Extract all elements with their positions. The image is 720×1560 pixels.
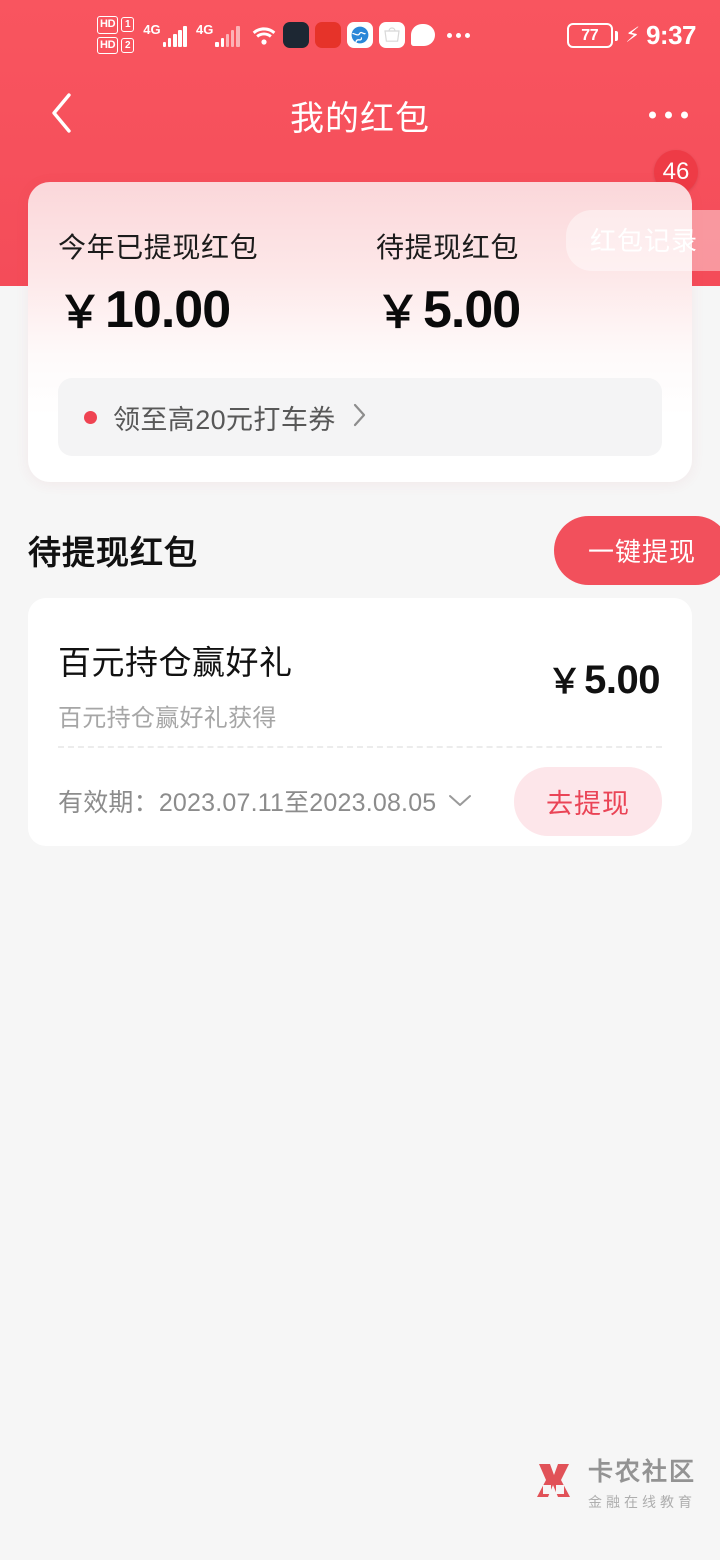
currency-symbol: ￥ [547, 663, 582, 701]
promo-banner[interactable]: 领至高20元打车券 [58, 378, 662, 456]
stat-pending-withdrawal: 待提现红包 ￥5.00 [376, 226, 521, 339]
summary-stats: 今年已提现红包 ￥10.00 待提现红包 ￥5.00 [58, 226, 521, 339]
red-dot-icon [84, 410, 97, 424]
status-bar-clock: 9:37 [645, 20, 697, 50]
amount: 5.00 [584, 658, 660, 702]
chat-bubble-icon [410, 24, 435, 46]
coupon-footer: 有效期： 2023.07.11至2023.08.05 去提现 [28, 756, 692, 846]
signal-group-sim1: 4G [143, 23, 187, 47]
validity-toggle[interactable]: 有效期： 2023.07.11至2023.08.05 [58, 783, 472, 819]
app-screen: HD 1 HD 2 4G 4G 77 ⚡ 9:37 我的红包 46 红包记录 今… [0, 0, 720, 1560]
promo-text: 领至高20元打车券 [113, 404, 336, 435]
amount: 10.00 [105, 281, 231, 339]
stat-value: ￥10.00 [58, 284, 376, 336]
battery-cap [614, 30, 619, 41]
hd-label-sim1: HD [97, 16, 119, 34]
chevron-down-icon [448, 794, 472, 808]
watermark-title: 卡农社区 [587, 1458, 696, 1486]
coupon-card[interactable]: 百元持仓赢好礼 百元持仓赢好礼获得 ￥5.00 有效期： 2023.07.11至… [28, 598, 692, 846]
more-dot [665, 111, 672, 119]
status-bar-right-group: 77 ⚡ 9:37 [566, 20, 697, 51]
section-title: 待提现红包 [28, 534, 198, 571]
app-icon-bag [378, 22, 405, 48]
app-icon-dark [282, 22, 309, 48]
battery-percent: 77 [566, 23, 613, 48]
kanong-logo-icon [530, 1459, 576, 1505]
stat-label: 待提现红包 [376, 232, 520, 263]
signal-bars-sim2 [215, 25, 240, 47]
chevron-right-icon [352, 402, 368, 432]
more-dot [681, 111, 688, 119]
dual-sim-hd-indicator: HD 1 HD 2 [97, 16, 135, 54]
status-more-icon [446, 32, 470, 38]
app-icon-red [314, 22, 341, 48]
coupon-subtitle: 百元持仓赢好礼获得 [58, 705, 277, 732]
summary-card: 红包记录 今年已提现红包 ￥10.00 待提现红包 ￥5.00 领至高20元打车… [28, 182, 720, 482]
validity-range: 2023.07.11至2023.08.05 [158, 789, 437, 817]
watermark: 卡农社区 金融在线教育 [530, 1452, 696, 1512]
watermark-text: 卡农社区 金融在线教育 [588, 1452, 696, 1512]
pending-section-header: 待提现红包 一键提现 [0, 512, 720, 588]
coupon-amount: ￥5.00 [547, 636, 661, 703]
validity-label: 有效期： [58, 789, 159, 817]
signal-bars-sim1 [162, 25, 187, 47]
stat-withdrawn-this-year: 今年已提现红包 ￥10.00 [58, 226, 376, 336]
watermark-subtitle: 金融在线教育 [587, 1494, 696, 1510]
sim1-number: 1 [121, 17, 135, 33]
wifi-icon [251, 24, 277, 46]
currency-symbol: ￥ [58, 288, 102, 337]
coupon-divider [58, 746, 662, 748]
app-icon-globe [346, 22, 373, 48]
go-withdraw-button[interactable]: 去提现 [514, 766, 662, 836]
withdraw-all-button[interactable]: 一键提现 [553, 515, 720, 585]
signal-group-sim2: 4G [196, 23, 240, 47]
sim2-number: 2 [121, 37, 135, 53]
hd-label-sim2: HD [97, 36, 119, 54]
coupon-name: 百元持仓赢好礼 [58, 644, 293, 681]
stat-label: 今年已提现红包 [58, 232, 259, 263]
battery-indicator: 77 [566, 23, 619, 48]
page-title: 我的红包 [290, 99, 430, 138]
network-type-sim1: 4G [143, 22, 161, 37]
currency-symbol: ￥ [376, 288, 420, 337]
charging-bolt-icon: ⚡ [625, 24, 640, 47]
network-type-sim2: 4G [195, 22, 214, 37]
red-packet-record-button[interactable]: 红包记录 [565, 210, 720, 271]
more-dot [649, 111, 656, 119]
amount: 5.00 [423, 281, 521, 339]
coupon-info: 百元持仓赢好礼 百元持仓赢好礼获得 [58, 636, 293, 733]
navigation-bar: 我的红包 46 [0, 70, 720, 194]
coupon-header: 百元持仓赢好礼 百元持仓赢好礼获得 ￥5.00 [28, 598, 692, 733]
more-options-button[interactable] [645, 102, 692, 129]
status-bar-left-group: HD 1 HD 2 4G 4G [97, 16, 470, 54]
stat-value: ￥5.00 [376, 281, 521, 339]
status-bar: HD 1 HD 2 4G 4G 77 ⚡ 9:37 [0, 0, 720, 70]
